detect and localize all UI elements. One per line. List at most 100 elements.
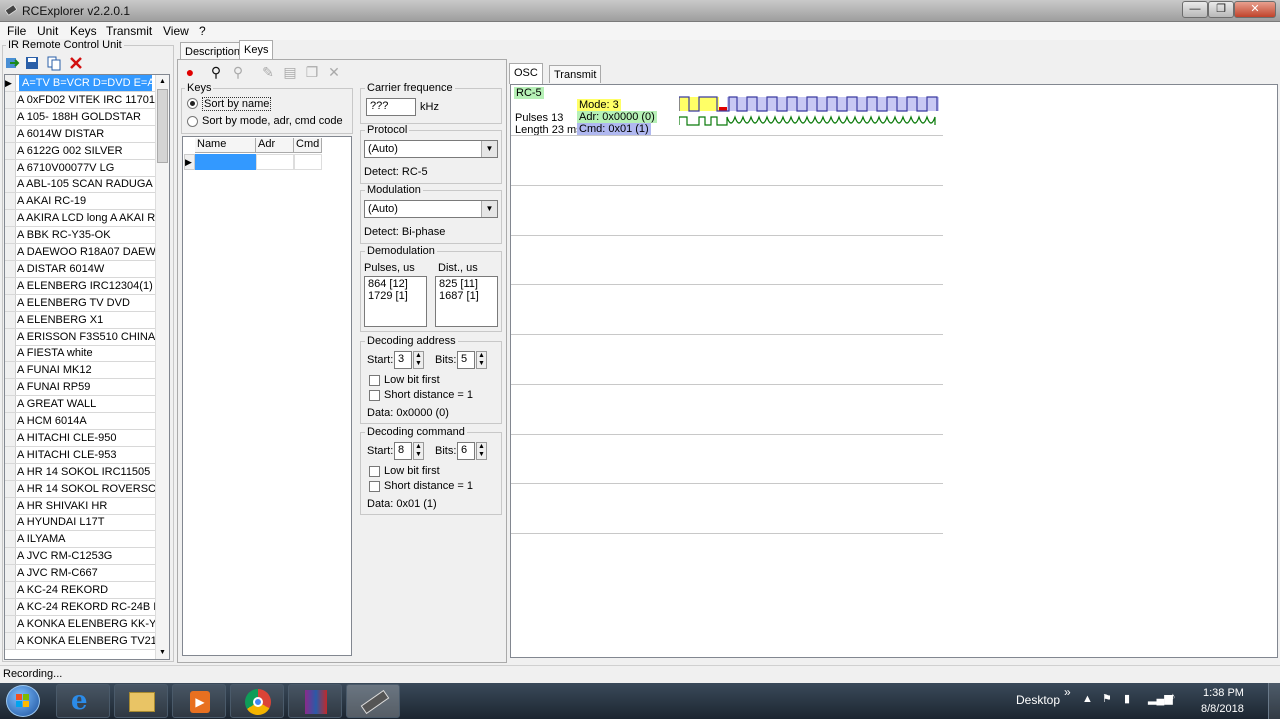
- action-center-icon[interactable]: ⚑: [1102, 692, 1112, 705]
- copy-icon[interactable]: [46, 55, 62, 71]
- cmd-bits-input[interactable]: 6: [457, 442, 475, 460]
- cmd-low-bit-label[interactable]: Low bit first: [384, 465, 440, 477]
- start-button[interactable]: [6, 685, 40, 717]
- pulses-list[interactable]: 864 [12] 1729 [1]: [364, 276, 427, 327]
- remote-list-item[interactable]: A HITACHI CLE-953: [5, 446, 155, 464]
- remote-list-item[interactable]: A FUNAI RP59: [5, 379, 155, 397]
- key-adr-cell[interactable]: [256, 154, 294, 170]
- remote-list-item[interactable]: A ELENBERG IRC12304(1): [5, 277, 155, 295]
- sort-by-name-label[interactable]: Sort by name: [202, 97, 272, 111]
- show-hidden-icons-icon[interactable]: ▲: [1082, 693, 1093, 705]
- power-icon[interactable]: ▮: [1124, 692, 1130, 705]
- addr-bits-input[interactable]: 5: [457, 351, 475, 369]
- cmd-start-input[interactable]: 8: [394, 442, 412, 460]
- remote-list-item[interactable]: A 6122G 002 SILVER: [5, 142, 155, 160]
- remote-list-item[interactable]: A 6014W DISTAR: [5, 125, 155, 143]
- save-icon[interactable]: [24, 55, 40, 71]
- remote-list-item[interactable]: A DISTAR 6014W: [5, 260, 155, 278]
- copy-key-icon[interactable]: ❐: [304, 64, 320, 80]
- sort-by-mode-label[interactable]: Sort by mode, adr, cmd code: [202, 115, 343, 127]
- record-icon[interactable]: ●: [182, 64, 198, 80]
- media-player-icon[interactable]: ▶: [172, 684, 226, 718]
- key-cmd-cell[interactable]: [294, 154, 322, 170]
- clock-date[interactable]: 8/8/2018: [1201, 703, 1244, 715]
- remote-list-item[interactable]: A DAEWOO R18A07 DAEWO: [5, 244, 155, 261]
- cmd-short-distance-checkbox[interactable]: [369, 481, 380, 492]
- remote-list-item[interactable]: A HCM 6014A: [5, 413, 155, 430]
- cmd-short-distance-label[interactable]: Short distance = 1: [384, 480, 473, 492]
- maximize-button[interactable]: ❐: [1208, 1, 1234, 18]
- chevron-right-icon[interactable]: »: [1064, 685, 1071, 699]
- volume-icon[interactable]: ♪: [1170, 691, 1176, 703]
- desktop-toolbar-label[interactable]: Desktop: [1016, 693, 1060, 707]
- edit-key-icon[interactable]: ✎: [260, 64, 276, 80]
- tab-description[interactable]: Description: [180, 42, 246, 60]
- remote-list[interactable]: ▶A=TV B=VCR D=DVD E=AUDA 0xFD02 VITEK IR…: [4, 74, 170, 660]
- cmd-start-spinner[interactable]: ▲ ▼: [413, 442, 424, 460]
- addr-short-distance-checkbox[interactable]: [369, 390, 380, 401]
- col-header-cmd[interactable]: Cmd: [294, 138, 322, 153]
- remote-list-item[interactable]: A KONKA ELENBERG KK-Y25: [5, 615, 155, 633]
- menu-view[interactable]: View: [163, 24, 189, 38]
- protocol-select[interactable]: (Auto) ▼: [364, 140, 498, 158]
- remote-list-scrollbar[interactable]: ▲ ▼: [155, 75, 169, 659]
- remote-list-item[interactable]: A FIESTA white: [5, 345, 155, 363]
- dist-item[interactable]: 825 [11]: [439, 278, 494, 290]
- remote-list-item[interactable]: A ELENBERG TV DVD: [5, 294, 155, 312]
- addr-start-spinner[interactable]: ▲ ▼: [413, 351, 424, 369]
- remote-list-item[interactable]: A ELENBERG X1: [5, 311, 155, 329]
- close-button[interactable]: ✕: [1234, 1, 1276, 18]
- import-icon[interactable]: [4, 55, 20, 71]
- paste-key-icon[interactable]: ▤: [282, 64, 298, 80]
- sort-by-mode-radio[interactable]: [187, 116, 198, 127]
- menu-help[interactable]: ?: [199, 24, 206, 38]
- remote-list-item[interactable]: A HR 14 SOKOL ROVERSCAN: [5, 480, 155, 498]
- addr-start-input[interactable]: 3: [394, 351, 412, 369]
- oscilloscope-panel[interactable]: RC-5 Mode: 3 Pulses 13 Adr: 0x0000 (0) L…: [510, 84, 1278, 658]
- remote-list-item[interactable]: A 0xFD02 VITEK IRC 11701(1): [5, 91, 155, 109]
- remote-list-item[interactable]: A HR SHIVAKI HR: [5, 497, 155, 515]
- remote-list-item[interactable]: A KC-24 REKORD RC-24B RE: [5, 598, 155, 616]
- pulses-item[interactable]: 864 [12]: [368, 278, 423, 290]
- delete-key-icon[interactable]: ✕: [326, 64, 342, 80]
- clock-time[interactable]: 1:38 PM: [1203, 687, 1244, 699]
- modulation-select[interactable]: (Auto) ▼: [364, 200, 498, 218]
- addr-short-distance-label[interactable]: Short distance = 1: [384, 389, 473, 401]
- carrier-input[interactable]: ???: [366, 98, 416, 116]
- remote-list-item[interactable]: A AKAI RC-19: [5, 193, 155, 211]
- chevron-down-icon[interactable]: ▼: [481, 141, 497, 157]
- remote-list-item[interactable]: ▶A=TV B=VCR D=DVD E=AUD: [5, 75, 155, 92]
- remote-list-item[interactable]: A BBK RC-Y35-OK: [5, 227, 155, 245]
- show-desktop-button[interactable]: [1268, 683, 1280, 719]
- remote-list-item[interactable]: A 105- 188H GOLDSTAR: [5, 108, 155, 126]
- remote-list-item[interactable]: A JVC RM-C1253G: [5, 548, 155, 566]
- remote-list-item[interactable]: A FUNAI MK12: [5, 362, 155, 380]
- rcexplorer-taskbar-icon[interactable]: [346, 684, 400, 718]
- remote-list-item[interactable]: A ERISSON F3S510 CHINA: [5, 328, 155, 346]
- col-header-name[interactable]: Name: [195, 138, 256, 153]
- dist-list[interactable]: 825 [11] 1687 [1]: [435, 276, 498, 327]
- minimize-button[interactable]: —: [1182, 1, 1208, 18]
- cmd-low-bit-checkbox[interactable]: [369, 466, 380, 477]
- file-explorer-icon[interactable]: [114, 684, 168, 718]
- network-icon[interactable]: ▂▄▆: [1148, 692, 1173, 705]
- menu-keys[interactable]: Keys: [70, 24, 97, 38]
- addr-low-bit-label[interactable]: Low bit first: [384, 374, 440, 386]
- addr-bits-spinner[interactable]: ▲ ▼: [476, 351, 487, 369]
- cmd-bits-spinner[interactable]: ▲ ▼: [476, 442, 487, 460]
- scrollbar-thumb[interactable]: [157, 89, 168, 163]
- col-header-adr[interactable]: Adr: [256, 138, 294, 153]
- remote-list-item[interactable]: A ILYAMA: [5, 531, 155, 549]
- remote-list-item[interactable]: A HITACHI CLE-950: [5, 429, 155, 447]
- dist-item[interactable]: 1687 [1]: [439, 290, 494, 302]
- key-name-cell[interactable]: [195, 154, 256, 170]
- remote-list-item[interactable]: A HYUNDAI L17T: [5, 514, 155, 532]
- pulses-item[interactable]: 1729 [1]: [368, 290, 423, 302]
- sort-by-name-radio[interactable]: [187, 98, 198, 109]
- remote-list-item[interactable]: A KONKA ELENBERG TV210(: [5, 632, 155, 650]
- addr-low-bit-checkbox[interactable]: [369, 375, 380, 386]
- scroll-up-icon[interactable]: ▲: [156, 75, 169, 88]
- remote-list-item[interactable]: A KC-24 REKORD: [5, 582, 155, 599]
- tab-osc[interactable]: OSC: [509, 63, 543, 84]
- keys-grid[interactable]: Name Adr Cmd ▶: [182, 136, 352, 656]
